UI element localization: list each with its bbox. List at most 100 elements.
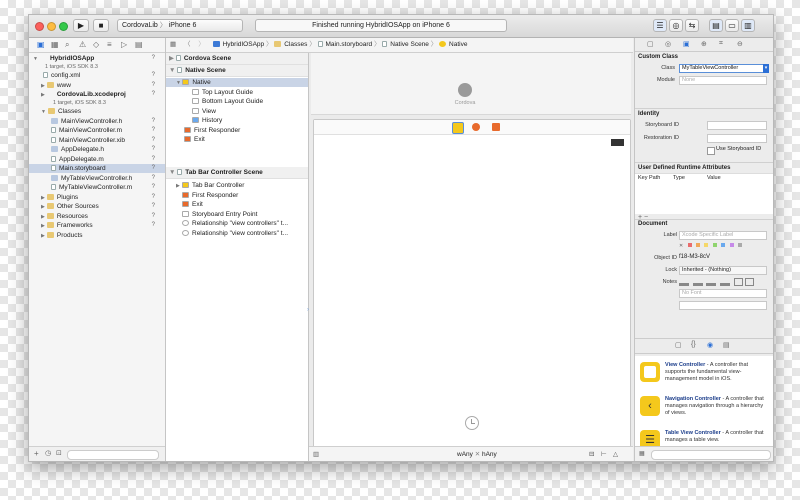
run-button[interactable]: ▶ — [73, 19, 89, 32]
label-field[interactable]: Xcode Specific Label — [679, 231, 767, 240]
test-nav-icon[interactable]: ◇ — [93, 40, 99, 49]
navigator-item[interactable]: Main.storyboard? — [29, 164, 165, 173]
storyboard-canvas[interactable]: Cordova › — [307, 53, 633, 448]
disclosure-icon[interactable]: ▶ — [41, 195, 45, 201]
outline-item[interactable]: History — [166, 116, 308, 125]
navigator-item[interactable]: MyTableViewController.h? — [29, 174, 165, 183]
issue-nav-icon[interactable]: ⚠ — [79, 40, 86, 49]
disclosure-icon[interactable]: ▶ — [41, 223, 45, 229]
folder-nav-icon[interactable]: ▣ — [37, 40, 45, 49]
outline-scene-tabbar[interactable]: ▼ Tab Bar Controller Scene — [166, 167, 308, 179]
scheme-selector[interactable]: CordovaLib 〉 iPhone 6 — [117, 19, 243, 32]
navigator-item[interactable]: ▶ www? — [29, 81, 165, 90]
related-items-icon[interactable]: ▦ — [170, 41, 176, 48]
navigator-item[interactable]: ▶ Resources? — [29, 212, 165, 221]
navigator-item[interactable]: config.xml? — [29, 71, 165, 80]
navigator-item[interactable]: ▶ Frameworks? — [29, 221, 165, 230]
navigator-item[interactable]: ▶ Other Sources? — [29, 202, 165, 211]
outline-item[interactable]: ▶ Tab Bar Controller — [166, 181, 308, 190]
attributes-inspector-icon[interactable]: ⊕ — [701, 40, 707, 48]
outline-item[interactable]: Bottom Layout Guide — [166, 97, 308, 106]
use-storyboard-id-checkbox[interactable] — [707, 147, 715, 155]
toggle-navigator-button[interactable]: ▤ — [709, 19, 723, 32]
crumb-native[interactable]: Native — [449, 41, 467, 48]
outline-item[interactable]: Exit — [166, 200, 308, 209]
crumb-storyboard[interactable]: Main.storyboard — [326, 41, 373, 48]
outline-scene-native[interactable]: ▼ Native Scene — [166, 65, 308, 77]
outline-item[interactable]: View — [166, 107, 308, 116]
navigator-item[interactable]: ▶ Products — [29, 231, 165, 240]
toggle-utilities-button[interactable]: ▥ — [741, 19, 755, 32]
runtime-attributes-table[interactable]: Key Path Type Value — [635, 173, 773, 214]
breakpoint-nav-icon[interactable]: ▷ — [121, 40, 127, 49]
outline-item[interactable]: Storyboard Entry Point — [166, 210, 308, 219]
cordova-scene[interactable]: Cordova — [311, 53, 631, 115]
search-nav-icon[interactable]: ⌕ — [65, 40, 69, 50]
outline-toggle-icon[interactable]: ▥ — [313, 450, 319, 458]
outline-item[interactable]: Relationship "view controllers" t... — [166, 229, 308, 238]
toggle-debug-button[interactable]: ▭ — [725, 19, 739, 32]
debug-nav-icon[interactable]: ≡ — [107, 40, 112, 49]
pin-icon[interactable]: ⊢ — [601, 450, 607, 458]
disclosure-icon[interactable]: ▶ — [41, 83, 45, 89]
resolve-icon[interactable]: △ — [613, 450, 618, 458]
crumb-scene[interactable]: Native Scene — [390, 41, 429, 48]
native-scene[interactable] — [313, 119, 631, 448]
navigator-item[interactable]: ▼ Classes — [29, 107, 165, 116]
disclosure-icon[interactable]: ▼ — [33, 56, 38, 62]
filter-icon[interactable]: ⊡ — [56, 449, 62, 457]
class-field[interactable]: MyTableViewController — [679, 64, 767, 73]
close-window-button[interactable] — [35, 22, 44, 31]
stop-button[interactable]: ■ — [93, 19, 109, 32]
navigator-item[interactable]: AppDelegate.m? — [29, 155, 165, 164]
minimize-window-button[interactable] — [47, 22, 56, 31]
disclosure-icon[interactable]: ▶ — [41, 92, 45, 98]
exit-icon[interactable] — [492, 123, 500, 131]
identity-inspector-icon[interactable]: ▣ — [683, 40, 690, 48]
connections-inspector-icon[interactable]: ⊖ — [737, 40, 743, 48]
notes-field[interactable] — [679, 301, 767, 310]
navigator-item[interactable]: ▼ HybridIOSApp 1 target, iOS SDK 8.3? — [29, 54, 165, 70]
disclosure-icon[interactable]: ▶ — [41, 214, 45, 220]
crumb-project[interactable]: HybridIOSApp — [223, 41, 265, 48]
navigator-item[interactable]: AppDelegate.h? — [29, 145, 165, 154]
add-icon[interactable]: + — [34, 449, 39, 458]
class-dropdown-button[interactable]: ▾ — [763, 64, 769, 73]
library-item[interactable]: View Controller - A controller that supp… — [635, 356, 773, 391]
outline-item[interactable]: ▼ Native — [166, 78, 308, 87]
first-responder-icon[interactable] — [472, 123, 480, 131]
standard-editor-button[interactable]: ☰ — [653, 19, 667, 32]
layout-icon[interactable]: ⊟ — [589, 450, 594, 458]
size-class-control[interactable]: wAny ✕ hAny — [457, 450, 497, 458]
symbol-nav-icon[interactable]: ▦ — [51, 40, 59, 49]
disclosure-icon[interactable]: ▶ — [41, 204, 45, 210]
outline-item[interactable]: First Responder — [166, 191, 308, 200]
outline-item[interactable]: Relationship "view controllers" t... — [166, 219, 308, 228]
navigator-item[interactable]: ▶ Plugins? — [29, 193, 165, 202]
object-library-icon[interactable]: ◉ — [707, 341, 713, 349]
view-controller-icon[interactable] — [452, 122, 464, 134]
outline-item[interactable]: Exit — [166, 135, 308, 144]
file-template-icon[interactable]: ▢ — [675, 341, 682, 349]
disclosure-icon[interactable]: ▶ — [41, 233, 45, 239]
outline-scene-cordova[interactable]: ▶ Cordova Scene — [166, 53, 308, 65]
font-field[interactable]: No Font — [679, 289, 767, 298]
navigator-filter-input[interactable] — [67, 450, 159, 460]
navigator-item[interactable]: ▶ CordovaLib.xcodeproj 1 target, iOS SDK 8… — [29, 90, 165, 106]
quick-help-icon[interactable]: ◎ — [665, 40, 671, 48]
clock-icon[interactable]: ◷ — [45, 449, 51, 457]
navigator-item[interactable]: MyTableViewController.m? — [29, 183, 165, 192]
media-library-icon[interactable]: ▤ — [723, 341, 730, 349]
library-filter-input[interactable] — [651, 450, 771, 460]
forward-icon[interactable]: 〉 — [198, 41, 205, 48]
navigator-item[interactable]: MainViewController.m? — [29, 126, 165, 135]
grid-view-icon[interactable]: ▦ — [639, 450, 645, 457]
zoom-window-button[interactable] — [59, 22, 68, 31]
version-editor-button[interactable]: ⇆ — [685, 19, 699, 32]
restoration-id-field[interactable] — [707, 134, 767, 143]
storyboard-id-field[interactable] — [707, 121, 767, 130]
outline-item[interactable]: Top Layout Guide — [166, 88, 308, 97]
disclosure-icon[interactable]: ▼ — [41, 109, 46, 115]
lock-popup[interactable]: Inherited - (Nothing) — [679, 266, 767, 275]
file-inspector-icon[interactable]: ▢ — [647, 40, 654, 48]
